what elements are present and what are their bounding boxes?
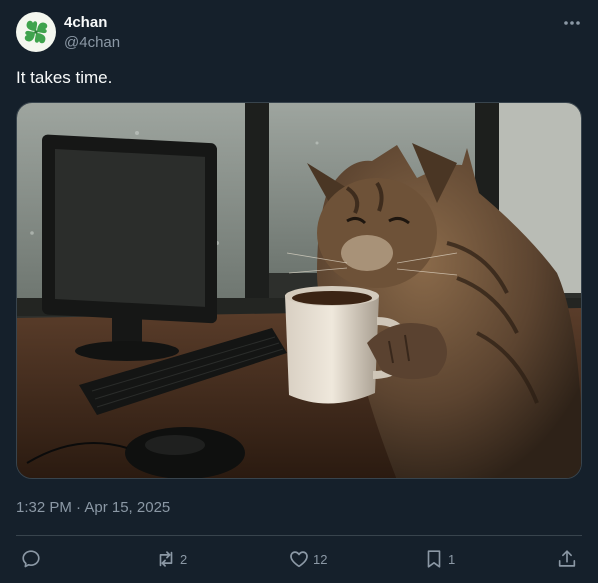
share-icon bbox=[558, 550, 576, 567]
more-options-button[interactable] bbox=[558, 12, 586, 34]
bookmark-icon bbox=[427, 550, 441, 568]
reply-button[interactable] bbox=[20, 546, 45, 572]
reply-icon bbox=[22, 550, 40, 568]
cat-coffee-photo bbox=[17, 103, 581, 478]
author-name[interactable]: 4chan bbox=[64, 14, 107, 32]
bookmark-button[interactable]: 1 bbox=[423, 546, 455, 572]
heart-icon bbox=[290, 551, 308, 568]
author-handle[interactable]: @4chan bbox=[64, 34, 120, 52]
like-button[interactable]: 12 bbox=[288, 546, 327, 572]
divider bbox=[16, 535, 582, 536]
four-leaf-clover-icon bbox=[24, 20, 48, 44]
repost-count: 2 bbox=[180, 551, 188, 567]
repost-button[interactable]: 2 bbox=[155, 546, 187, 572]
avatar[interactable] bbox=[16, 12, 56, 52]
more-dots-icon bbox=[564, 21, 580, 25]
tweet-timestamp[interactable]: 1:32 PM · Apr 15, 2025 bbox=[16, 499, 170, 517]
repost-icon bbox=[159, 551, 173, 567]
tweet-card: 4chan @4chan It takes time. 1:32 PM · Ap… bbox=[0, 0, 598, 583]
like-count: 12 bbox=[313, 551, 328, 567]
share-button[interactable] bbox=[556, 546, 578, 572]
tweet-media-image[interactable] bbox=[16, 102, 582, 479]
tweet-text: It takes time. bbox=[16, 68, 113, 87]
bookmark-count: 1 bbox=[448, 551, 456, 567]
